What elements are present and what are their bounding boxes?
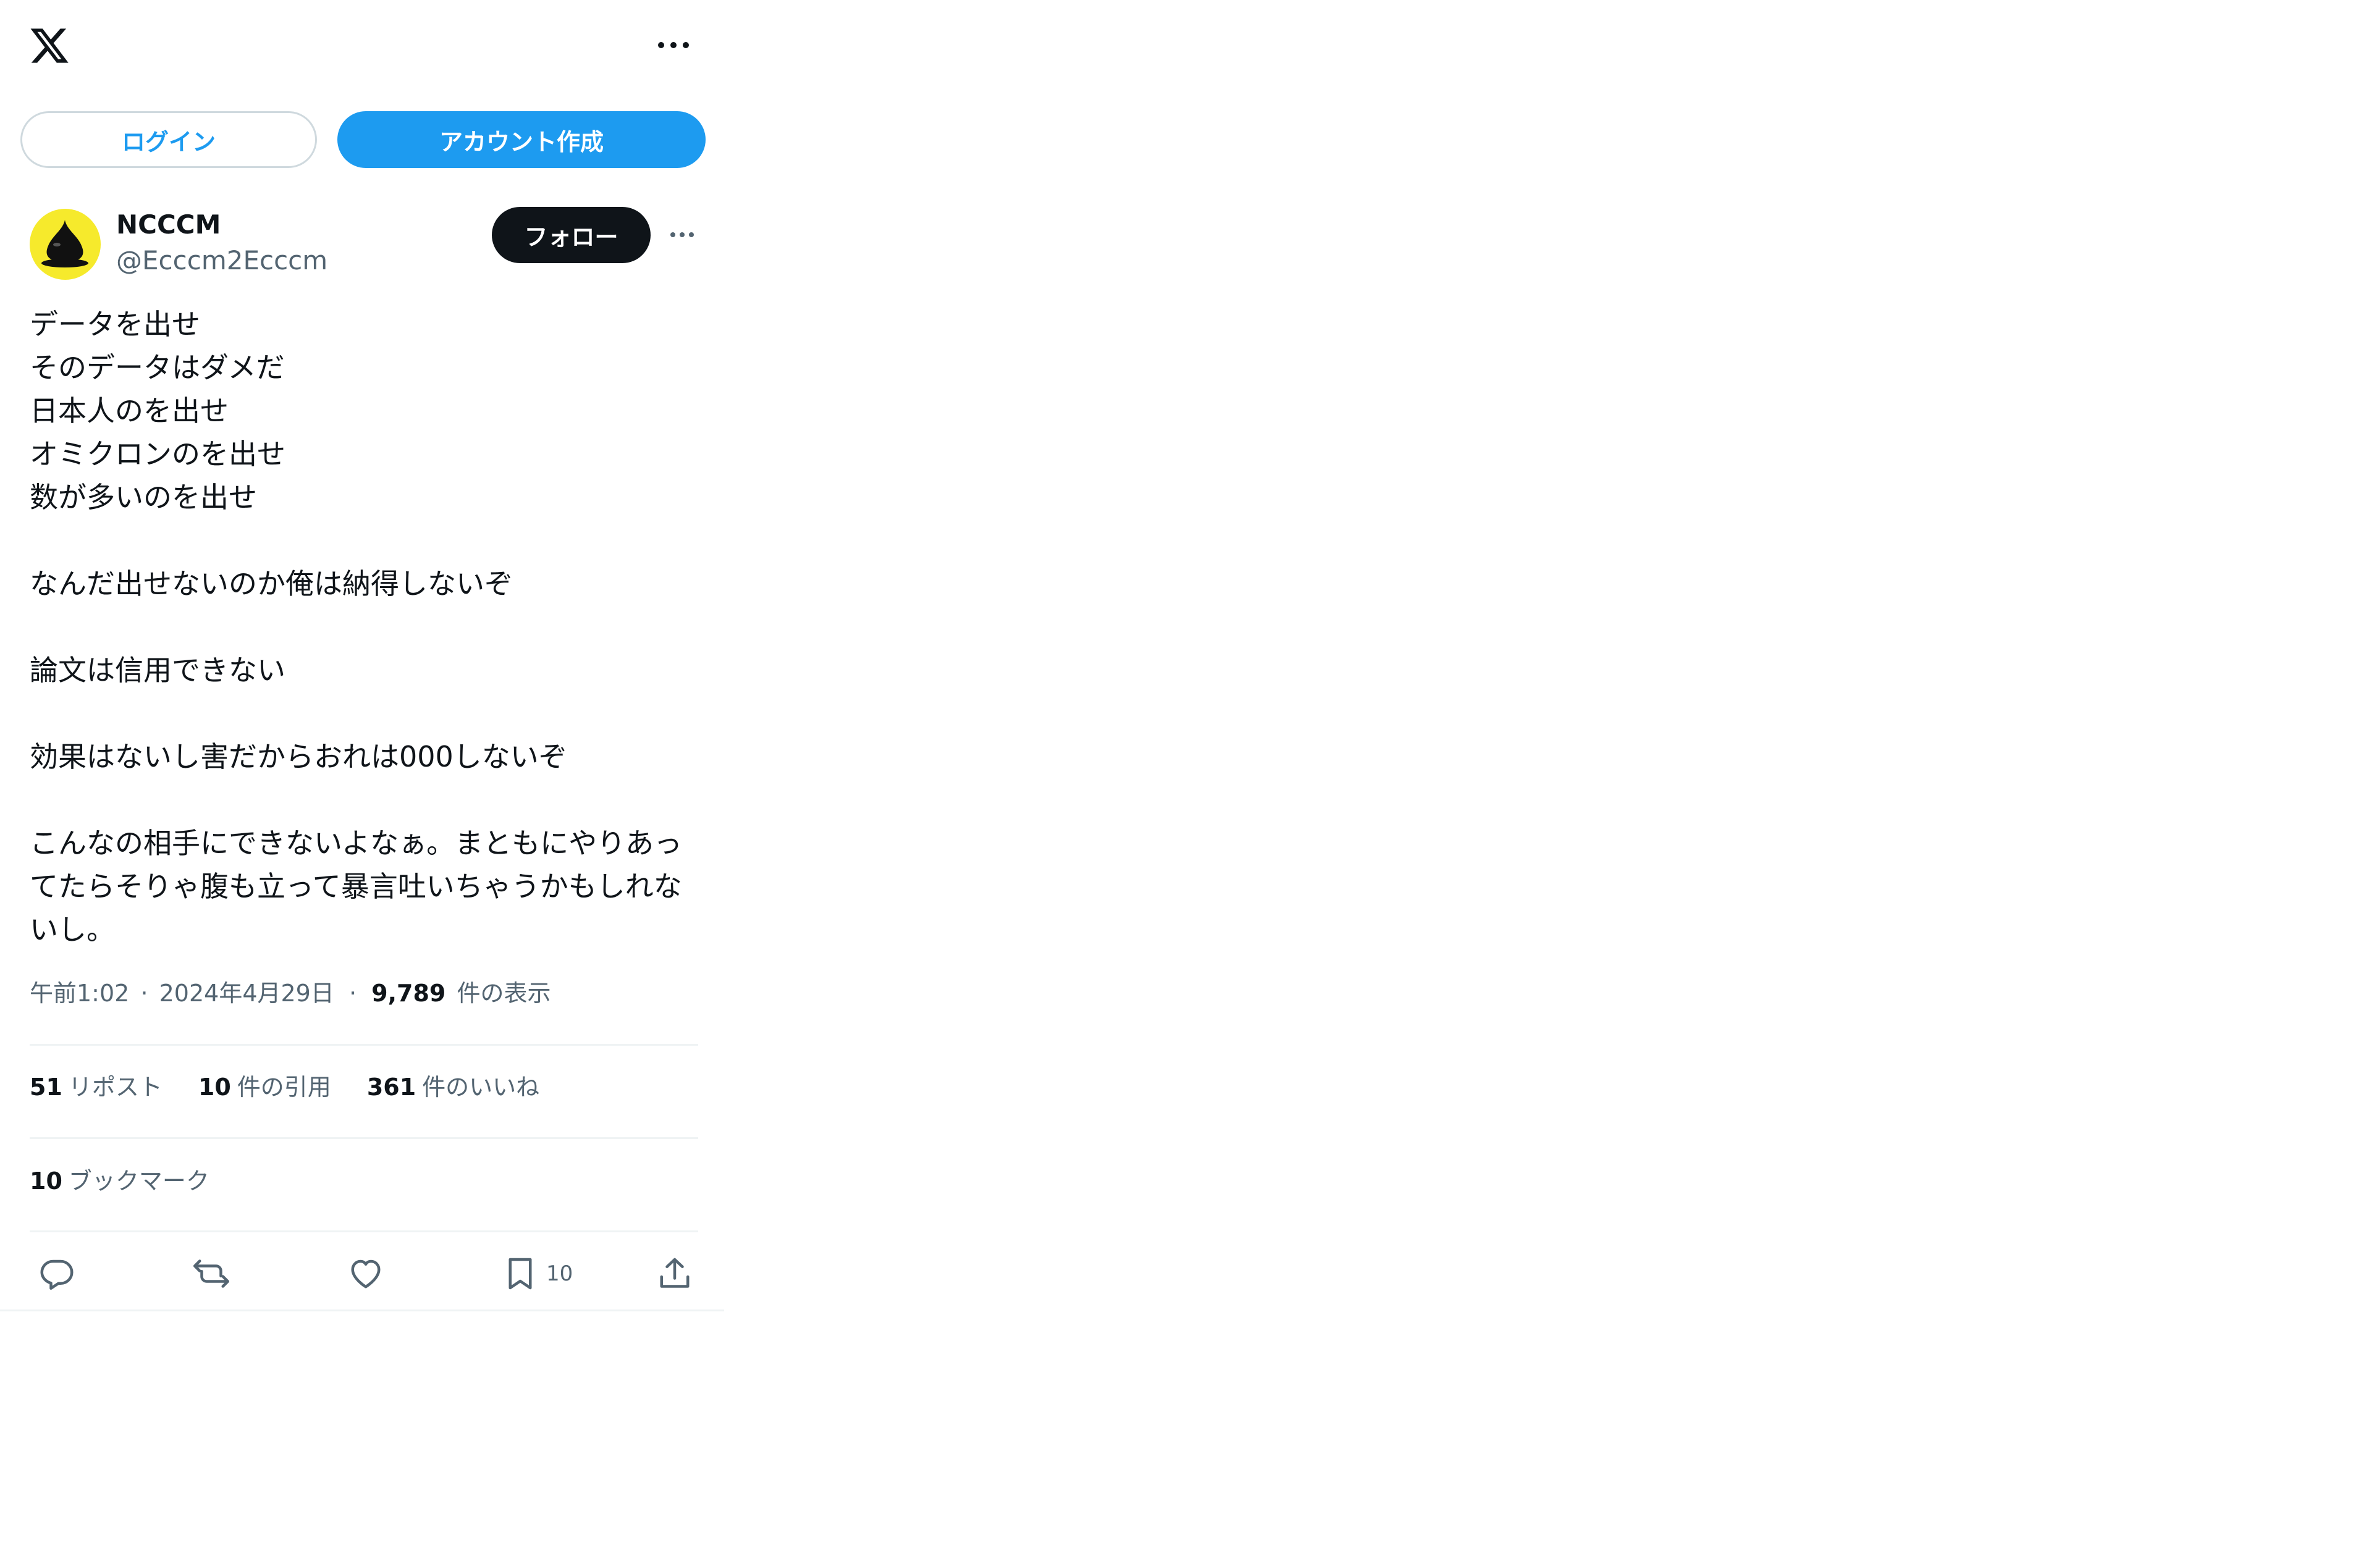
tweet-meta: 午前1:02 · 2024年4月29日 · 9,789 件の表示 [30, 975, 551, 1012]
login-button[interactable]: ログイン [20, 111, 317, 168]
quotes-label: 件の引用 [237, 1074, 331, 1101]
bookmarks-stat[interactable]: 10 ブックマーク [30, 1162, 209, 1200]
share-icon [660, 1258, 690, 1288]
tweet-more-icon[interactable] [669, 226, 696, 243]
tweet-date[interactable]: 2024年4月29日 [159, 980, 334, 1007]
views-count: 9,789 [371, 980, 446, 1007]
author-display-name[interactable]: NCCCM [116, 208, 221, 242]
meta-separator: · [140, 980, 148, 1007]
engagement-stats: 51 リポスト 10 件の引用 361 件のいいね [30, 1069, 539, 1106]
reposts-label: リポスト [68, 1074, 162, 1101]
reposts-count: 51 [30, 1074, 62, 1101]
reposts-stat[interactable]: 51 リポスト [30, 1069, 162, 1106]
tweet-panel: ログイン アカウント作成 NCCCM @Ecccm2Ecccm フォロー データ… [0, 0, 724, 1311]
bookmarks-label: ブックマーク [68, 1167, 209, 1195]
more-horizontal-icon[interactable] [655, 36, 692, 54]
tweet-time[interactable]: 午前1:02 [30, 980, 129, 1007]
divider [30, 1230, 698, 1232]
author-handle[interactable]: @Ecccm2Ecccm [116, 243, 327, 278]
meta-separator: · [348, 980, 357, 1007]
bookmark-stats: 10 ブックマーク [30, 1162, 209, 1200]
like-button[interactable] [347, 1253, 384, 1295]
bookmarks-count: 10 [30, 1167, 62, 1195]
x-logo-icon[interactable] [27, 25, 72, 67]
quotes-count: 10 [198, 1074, 231, 1101]
quotes-stat[interactable]: 10 件の引用 [198, 1069, 331, 1106]
share-button[interactable] [656, 1253, 693, 1295]
divider [30, 1044, 698, 1046]
views-label: 件の表示 [457, 980, 551, 1007]
likes-count: 361 [366, 1074, 416, 1101]
likes-stat[interactable]: 361 件のいいね [367, 1069, 539, 1106]
repost-button[interactable] [193, 1253, 230, 1295]
bookmark-icon [508, 1258, 532, 1290]
heart-icon [351, 1259, 381, 1289]
avatar[interactable] [30, 209, 101, 280]
likes-label: 件のいいね [422, 1074, 540, 1101]
divider [30, 1137, 698, 1139]
bookmark-action-count: 10 [546, 1261, 573, 1286]
repost-icon [193, 1259, 229, 1288]
reply-button[interactable] [38, 1253, 75, 1295]
reply-icon [40, 1259, 74, 1290]
follow-button[interactable]: フォロー [492, 207, 651, 263]
bookmark-button[interactable]: 10 [502, 1253, 573, 1295]
create-account-button[interactable]: アカウント作成 [337, 111, 706, 168]
tweet-text: データを出せ そのデータはダメだ 日本人のを出せ オミクロンのを出せ 数が多いの… [30, 308, 683, 946]
